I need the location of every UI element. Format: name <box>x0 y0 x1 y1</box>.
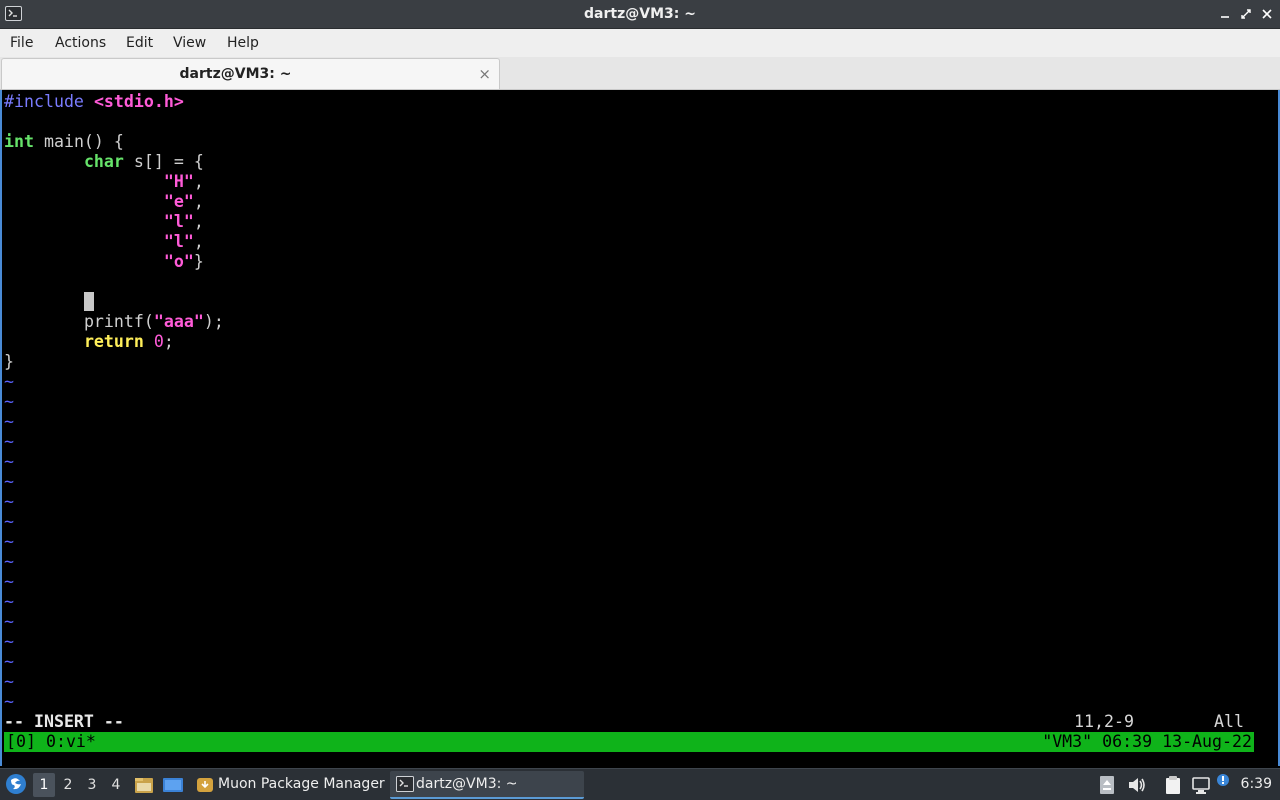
tilde-marker: ~ <box>4 452 14 471</box>
tilde-marker: ~ <box>4 512 14 531</box>
terminal-view[interactable]: #include <stdio.h> int main() { char s[]… <box>0 90 1280 766</box>
tilde-marker: ~ <box>4 372 14 391</box>
network-icon[interactable] <box>1191 775 1211 799</box>
code-line-12: printf("aaa"); <box>83 312 224 331</box>
menu-edit[interactable]: Edit <box>126 35 153 51</box>
taskbar-clock: 6:39 <box>1240 776 1272 792</box>
menu-file[interactable]: File <box>10 35 33 51</box>
desktop-3[interactable]: 3 <box>81 773 103 797</box>
minimize-button[interactable] <box>1216 5 1234 23</box>
code-line-7: "l", <box>163 212 204 231</box>
tab-close-icon[interactable]: × <box>478 65 491 83</box>
tmux-window-list: [0] 0:vi* <box>6 732 96 751</box>
task-label: Muon Package Manager <box>218 776 385 792</box>
taskbar: 1 2 3 4 Muon Package Manager dartz@VM3: … <box>0 768 1280 800</box>
tab-label: dartz@VM3: ~ <box>179 66 292 82</box>
volume-icon[interactable] <box>1127 776 1147 798</box>
code-line-3: int main() { <box>4 132 124 151</box>
tilde-marker: ~ <box>4 492 14 511</box>
task-muon-package-manager[interactable]: Muon Package Manager <box>190 771 386 799</box>
terminal-icon <box>396 776 414 796</box>
tilde-marker: ~ <box>4 692 14 711</box>
code-line-1: #include <stdio.h> <box>4 92 184 111</box>
menu-actions[interactable]: Actions <box>55 35 106 51</box>
start-menu-icon[interactable] <box>5 773 27 799</box>
tilde-marker: ~ <box>4 672 14 691</box>
menu-help[interactable]: Help <box>227 35 259 51</box>
desktop-2[interactable]: 2 <box>57 773 79 797</box>
code-line-6: "e", <box>163 192 204 211</box>
menu-bar: File Actions Edit View Help <box>0 29 1280 57</box>
tilde-marker: ~ <box>4 552 14 571</box>
tilde-marker: ~ <box>4 412 14 431</box>
clipboard-icon[interactable] <box>1163 775 1183 799</box>
desktop-1[interactable]: 1 <box>33 773 55 797</box>
maximize-button[interactable] <box>1237 5 1255 23</box>
tilde-marker: ~ <box>4 432 14 451</box>
file-manager-icon[interactable] <box>134 775 154 799</box>
tilde-marker: ~ <box>4 472 14 491</box>
close-window-button[interactable] <box>1258 5 1276 23</box>
code-line-13: return 0; <box>83 332 174 351</box>
task-terminal[interactable]: dartz@VM3: ~ <box>390 771 584 799</box>
show-desktop-icon[interactable] <box>162 775 184 799</box>
code-line-8: "l", <box>163 232 204 251</box>
task-label: dartz@VM3: ~ <box>416 776 518 792</box>
tilde-marker: ~ <box>4 532 14 551</box>
tmux-host-clock: "VM3" 06:39 13-Aug-22 <box>1042 732 1252 751</box>
tilde-marker: ~ <box>4 592 14 611</box>
cursor-position: 11,2-9 <box>1074 712 1134 731</box>
notification-icon[interactable] <box>1216 772 1230 791</box>
tmux-status-bar: [0] 0:vi* "VM3" 06:39 13-Aug-22 <box>4 732 1254 752</box>
package-icon <box>196 776 214 798</box>
tilde-marker: ~ <box>4 652 14 671</box>
code-line-9: "o"} <box>163 252 204 271</box>
update-notifier-icon[interactable] <box>1099 775 1115 799</box>
desktop-4[interactable]: 4 <box>105 773 127 797</box>
tilde-marker: ~ <box>4 612 14 631</box>
code-line-5: "H", <box>163 172 204 191</box>
tab-bar: dartz@VM3: ~ × <box>0 57 1280 90</box>
tilde-marker: ~ <box>4 632 14 651</box>
vim-mode-indicator: -- INSERT -- <box>4 712 124 731</box>
menu-view[interactable]: View <box>173 35 206 51</box>
tilde-marker: ~ <box>4 392 14 411</box>
code-line-14: } <box>4 352 14 371</box>
window-titlebar: dartz@VM3: ~ <box>0 0 1280 29</box>
code-line-4: char s[] = { <box>83 152 204 171</box>
window-title: dartz@VM3: ~ <box>584 6 696 22</box>
tilde-marker: ~ <box>4 572 14 591</box>
scroll-indicator: All <box>1214 712 1244 731</box>
text-cursor <box>84 292 94 311</box>
tab-terminal[interactable]: dartz@VM3: ~ × <box>1 58 500 89</box>
